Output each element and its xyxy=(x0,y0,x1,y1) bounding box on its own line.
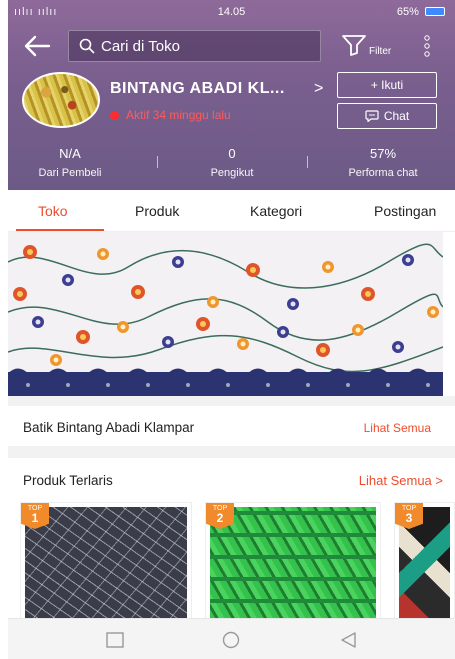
search-icon xyxy=(79,38,95,54)
stat-label: Performa chat xyxy=(348,167,418,179)
status-time: 14.05 xyxy=(217,6,246,18)
product-image xyxy=(25,507,187,621)
top-rank-badge: TOP 1 xyxy=(21,503,49,529)
shop-stats: N/A Dari Pembeli 0 Pengikut 57% Performa… xyxy=(8,146,455,186)
chat-label: Chat xyxy=(383,109,410,123)
tab-toko[interactable]: Toko xyxy=(38,203,68,219)
back-triangle-icon[interactable] xyxy=(338,631,360,649)
active-status: Aktif 34 minggu lalu xyxy=(110,108,231,122)
badge-rank: 1 xyxy=(31,511,39,525)
status-bar: ıılıı ıılıı 14.05 65% xyxy=(8,0,455,22)
tab-postingan[interactable]: Postingan xyxy=(374,203,436,219)
battery-status: 65% xyxy=(397,6,445,18)
product-card[interactable]: TOP 1 xyxy=(20,502,192,622)
tab-kategori[interactable]: Kategori xyxy=(250,203,302,219)
shop-header: ıılıı ıılıı 14.05 65% Cari di Toko Filte… xyxy=(8,0,455,190)
top-rank-badge: TOP 3 xyxy=(395,503,423,529)
stat-label: Pengikut xyxy=(210,167,254,179)
search-placeholder: Cari di Toko xyxy=(101,37,180,55)
product-image xyxy=(210,507,376,621)
top-rank-badge: TOP 2 xyxy=(206,503,234,529)
badge-rank: 2 xyxy=(216,511,224,525)
section-divider xyxy=(8,396,455,406)
battery-percent: 65% xyxy=(396,6,419,18)
shop-tabs: Toko Produk Kategori Postingan xyxy=(8,190,455,232)
stat-followers: 0 Pengikut xyxy=(162,146,302,179)
shop-banner-image[interactable] xyxy=(8,232,443,396)
battery-icon xyxy=(425,7,445,16)
chat-bubble-icon xyxy=(365,110,379,122)
product-card[interactable]: TOP 3 xyxy=(394,502,455,622)
system-navigation-bar xyxy=(8,618,455,659)
shop-avatar[interactable] xyxy=(22,72,100,128)
filter-label: Filter xyxy=(369,46,392,57)
chat-button[interactable]: Chat xyxy=(337,103,437,129)
filter-icon xyxy=(342,35,366,56)
filter-button[interactable]: Filter xyxy=(341,34,401,60)
stat-value: 57% xyxy=(369,146,397,161)
stat-divider xyxy=(307,156,308,168)
bestsellers-title: Produk Terlaris xyxy=(23,473,113,488)
shop-name[interactable]: BINTANG ABADI KL... xyxy=(110,80,285,98)
more-options-icon[interactable] xyxy=(422,34,432,60)
chevron-right-icon[interactable]: > xyxy=(314,80,323,98)
stat-divider xyxy=(157,156,158,168)
stat-rating: N/A Dari Pembeli xyxy=(0,146,140,179)
active-dot-icon xyxy=(110,110,119,120)
featured-title: Batik Bintang Abadi Klampar xyxy=(23,420,195,435)
active-tab-indicator xyxy=(16,229,104,231)
stat-label: Dari Pembeli xyxy=(38,167,102,179)
section-divider xyxy=(8,446,455,458)
home-icon[interactable] xyxy=(220,631,242,649)
active-status-text: Aktif 34 minggu lalu xyxy=(126,108,231,122)
featured-see-all-link[interactable]: Lihat Semua xyxy=(364,421,431,435)
shop-search-input[interactable]: Cari di Toko xyxy=(68,30,321,62)
bestsellers-see-all-link[interactable]: Lihat Semua > xyxy=(359,473,443,488)
featured-section: Batik Bintang Abadi Klampar Lihat Semua xyxy=(8,406,445,446)
badge-rank: 3 xyxy=(405,511,413,525)
stat-chat-performance: 57% Performa chat xyxy=(313,146,453,179)
bestsellers-section: Produk Terlaris Lihat Semua > TOP 1 TOP … xyxy=(8,458,455,622)
product-card[interactable]: TOP 2 xyxy=(205,502,381,622)
tab-produk[interactable]: Produk xyxy=(135,203,179,219)
follow-button[interactable]: + Ikuti xyxy=(337,72,437,98)
recent-apps-icon[interactable] xyxy=(104,631,126,649)
stat-value: N/A xyxy=(59,146,81,161)
stat-value: 0 xyxy=(228,146,236,161)
back-arrow-icon[interactable] xyxy=(23,34,53,58)
